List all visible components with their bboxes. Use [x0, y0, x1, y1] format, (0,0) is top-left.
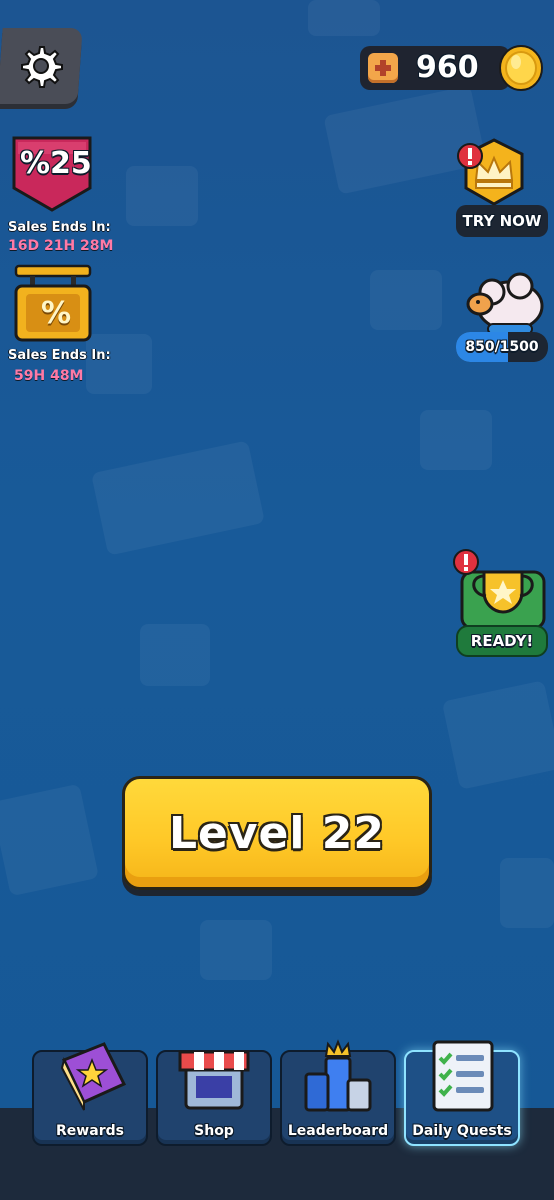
background-watermark	[140, 624, 210, 686]
nav-rewards[interactable]: Rewards	[32, 1042, 148, 1146]
alert-icon	[453, 549, 479, 575]
nav-label: Daily Quests	[412, 1123, 512, 1139]
level-label: Level 22	[168, 807, 386, 859]
sheep-piggybank-icon	[466, 272, 544, 335]
shop-icon	[178, 1050, 250, 1110]
discount-offer-button[interactable]: %25	[12, 136, 92, 212]
coin-counter: 960	[360, 46, 510, 90]
gold-coin-icon	[499, 45, 543, 91]
sale-countdown: 16D 21H 28M	[8, 238, 114, 254]
background-watermark	[308, 0, 380, 36]
background-watermark	[0, 783, 99, 897]
sale-countdown: 59H 48M	[14, 368, 84, 384]
nav-daily-quests[interactable]: Daily Quests	[404, 1040, 520, 1146]
nav-leaderboard[interactable]: Leaderboard	[280, 1039, 396, 1146]
background-watermark	[126, 166, 198, 226]
sale-ends-label: Sales Ends In:	[8, 348, 111, 363]
discount-percent: %25	[20, 146, 92, 181]
sale-ends-label: Sales Ends In:	[8, 220, 111, 235]
shop-sign-percent: %	[41, 296, 72, 331]
nav-label: Leaderboard	[287, 1123, 389, 1139]
play-level-button[interactable]: Level 22	[122, 776, 432, 890]
gear-icon	[21, 46, 63, 88]
add-coins-button[interactable]	[368, 53, 398, 83]
checklist-icon	[432, 1040, 494, 1112]
background-watermark	[86, 334, 152, 394]
progress-text: 850/1500	[465, 339, 539, 355]
background-watermark	[91, 440, 265, 556]
shop-sale-button[interactable]: %	[12, 264, 94, 344]
background-watermark	[370, 270, 442, 330]
background-watermark	[441, 680, 554, 790]
coin-count: 960	[416, 50, 479, 85]
background-watermark	[420, 410, 492, 470]
settings-button[interactable]	[0, 28, 83, 104]
nav-shop[interactable]: Shop	[156, 1050, 272, 1146]
book-icon	[60, 1042, 127, 1111]
background-watermark	[200, 920, 272, 980]
ready-label: READY!	[456, 625, 548, 657]
nav-label: Shop	[194, 1123, 234, 1139]
plus-icon	[375, 60, 391, 76]
try-now-label: TRY NOW	[456, 205, 548, 237]
nav-label: Rewards	[56, 1123, 124, 1139]
alert-icon	[457, 143, 483, 169]
leaderboard-icon	[304, 1039, 372, 1112]
piggy-progress-bar: 850/1500	[456, 332, 548, 362]
background-watermark	[500, 858, 554, 928]
